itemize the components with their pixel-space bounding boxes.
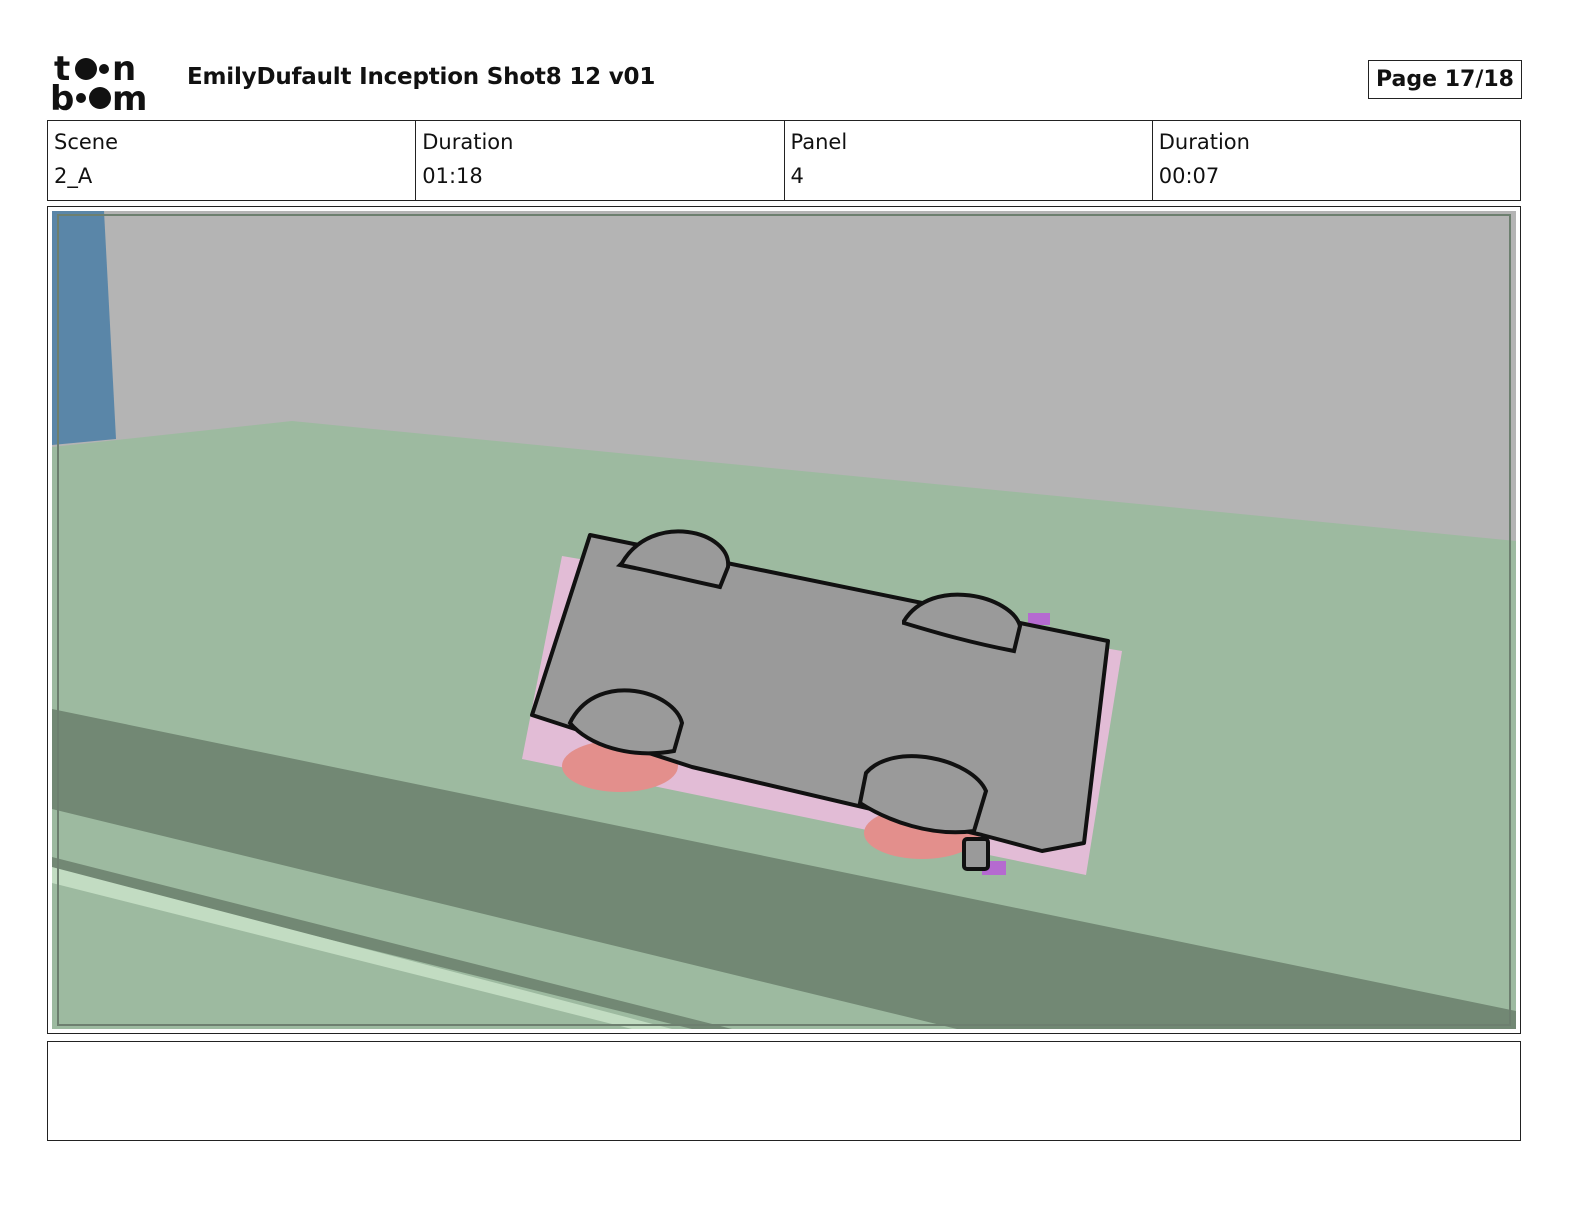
scene-cell: Scene 2_A <box>48 121 417 200</box>
panel-label: Panel <box>790 130 848 154</box>
svg-text:b: b <box>50 79 74 114</box>
scene-duration-label: Duration <box>422 130 514 154</box>
panel-cell: Panel 4 <box>785 121 1153 200</box>
shot-info-table: Scene 2_A Duration 01:18 Panel 4 Duratio… <box>47 120 1521 201</box>
scene-duration-cell: Duration 01:18 <box>416 121 785 200</box>
panel-duration-value: 00:07 <box>1158 164 1220 188</box>
purple-marker-1 <box>1028 613 1050 625</box>
scene-label: Scene <box>54 130 119 154</box>
panel-drawing <box>52 211 1516 1029</box>
scene-value: 2_A <box>54 164 93 188</box>
svg-text:m: m <box>112 79 147 114</box>
storyboard-panel <box>47 206 1521 1034</box>
toon-boom-logo: t n b m <box>50 50 147 114</box>
car-exhaust <box>962 837 990 871</box>
document-title: EmilyDufault Inception Shot8 12 v01 <box>187 64 656 90</box>
scene-duration-value: 01:18 <box>422 164 483 188</box>
panel-notes-box <box>47 1041 1521 1141</box>
panel-value: 4 <box>790 164 804 188</box>
panel-duration-label: Duration <box>1158 130 1250 154</box>
panel-duration-cell: Duration 00:07 <box>1153 121 1520 200</box>
page-indicator: Page 17/18 <box>1368 60 1522 99</box>
